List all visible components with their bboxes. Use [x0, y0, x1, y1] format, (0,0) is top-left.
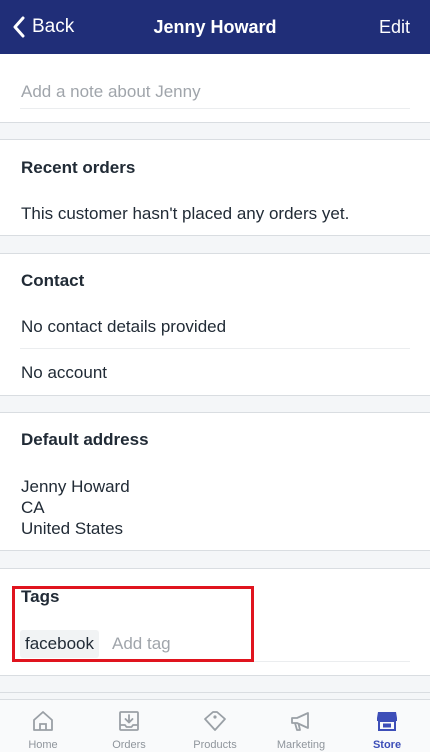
tag-icon	[204, 711, 226, 731]
tab-store-label: Store	[372, 739, 402, 751]
recent-orders-heading: Recent orders	[21, 158, 136, 177]
divider	[0, 122, 430, 123]
address-line-region: CA	[21, 498, 45, 517]
divider	[0, 675, 430, 676]
tab-products[interactable]: Products	[172, 700, 258, 752]
divider	[0, 235, 430, 236]
note-underline	[20, 108, 410, 109]
contact-account-text: No account	[21, 363, 107, 382]
tags-highlight-box	[12, 586, 254, 662]
home-icon	[33, 711, 53, 731]
tab-orders-label: Orders	[112, 739, 146, 751]
divider	[0, 550, 430, 551]
tab-orders[interactable]: Orders	[86, 700, 172, 752]
chevron-left-icon	[13, 16, 25, 38]
contact-row-divider	[20, 348, 410, 349]
recent-orders-empty-text: This customer hasn't placed any orders y…	[21, 204, 350, 223]
orders-icon	[119, 711, 139, 731]
divider	[0, 395, 430, 396]
edit-button[interactable]: Edit	[379, 0, 410, 54]
divider	[0, 692, 430, 693]
bottom-tab-bar: Home Orders Products Marketing Store	[0, 699, 430, 752]
contact-heading: Contact	[21, 271, 85, 290]
note-input[interactable]	[21, 80, 401, 104]
contact-details-text: No contact details provided	[21, 317, 227, 336]
tab-store[interactable]: Store	[344, 700, 430, 752]
store-icon	[377, 712, 397, 731]
back-button[interactable]: Back	[12, 0, 74, 54]
back-label: Back	[32, 16, 75, 37]
tab-home[interactable]: Home	[0, 700, 86, 752]
default-address-heading: Default address	[21, 430, 149, 449]
tab-marketing[interactable]: Marketing	[258, 700, 344, 752]
address-line-country: United States	[21, 519, 124, 538]
tab-marketing-label: Marketing	[276, 739, 326, 751]
megaphone-icon	[291, 712, 309, 731]
address-line-name: Jenny Howard	[21, 477, 130, 496]
top-navigation-bar: Back Jenny Howard Edit	[0, 0, 430, 54]
tab-products-label: Products	[193, 739, 237, 751]
tab-home-label: Home	[28, 739, 58, 751]
